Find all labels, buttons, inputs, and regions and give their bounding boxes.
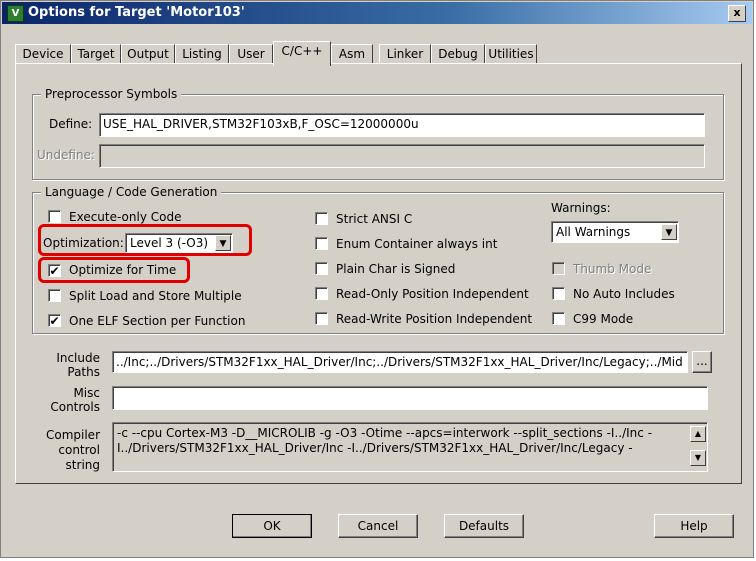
tab-cpp[interactable]: C/C++ — [273, 41, 331, 66]
misc-controls-field[interactable] — [112, 386, 708, 410]
tab-output[interactable]: Output — [121, 44, 175, 65]
help-button[interactable]: Help — [654, 514, 734, 538]
plain-char-label: Plain Char is Signed — [336, 262, 456, 276]
execute-only-label: Execute-only Code — [69, 210, 182, 224]
execute-only-checkbox[interactable] — [48, 210, 61, 223]
enum-container-label: Enum Container always int — [336, 237, 498, 251]
scroll-up-icon[interactable]: ▲ — [690, 426, 706, 442]
tab-target[interactable]: Target — [71, 44, 121, 65]
undefine-field[interactable] — [99, 144, 705, 168]
defaults-button[interactable]: Defaults — [444, 514, 524, 538]
thumb-mode-label: Thumb Mode — [573, 262, 652, 276]
dropdown-arrow-icon[interactable]: ▼ — [661, 224, 677, 240]
undefine-label: Undefine: — [37, 148, 95, 162]
one-elf-label: One ELF Section per Function — [69, 314, 246, 328]
c99-mode-checkbox[interactable] — [552, 312, 565, 325]
app-icon: V — [7, 5, 24, 22]
split-load-checkbox[interactable] — [48, 289, 61, 302]
enum-container-checkbox[interactable] — [315, 237, 328, 250]
warnings-value: All Warnings — [556, 225, 631, 239]
scroll-down-icon[interactable]: ▼ — [690, 450, 706, 466]
c99-mode-label: C99 Mode — [573, 312, 634, 326]
compiler-control-line-1: -c --cpu Cortex-M3 -D__MICROLIB -g -O3 -… — [117, 426, 653, 440]
preprocessor-legend: Preprocessor Symbols — [41, 87, 182, 101]
split-load-label: Split Load and Store Multiple — [69, 289, 242, 303]
tab-debug[interactable]: Debug — [431, 44, 485, 65]
ok-button[interactable]: OK — [232, 514, 312, 538]
strict-ansi-checkbox[interactable] — [315, 212, 328, 225]
preprocessor-group: Preprocessor Symbols Define: USE_HAL_DRI… — [32, 87, 724, 180]
one-elf-checkbox[interactable]: ✔ — [48, 314, 61, 327]
tab-user[interactable]: User — [229, 44, 273, 65]
optimize-time-highlight — [38, 257, 190, 283]
include-paths-label: Include Paths — [56, 351, 100, 379]
options-dialog: V Options for Target 'Motor103' x Device… — [0, 0, 754, 558]
no-auto-includes-label: No Auto Includes — [573, 287, 675, 301]
tab-linker[interactable]: Linker — [379, 44, 431, 65]
window-title: Options for Target 'Motor103' — [28, 5, 245, 20]
title-bar: V Options for Target 'Motor103' x — [2, 2, 752, 24]
strict-ansi-label: Strict ANSI C — [336, 212, 413, 226]
tab-listing[interactable]: Listing — [175, 44, 229, 65]
define-field[interactable]: USE_HAL_DRIVER,STM32F103xB,F_OSC=1200000… — [99, 113, 705, 137]
include-paths-field[interactable]: ../Inc;../Drivers/STM32F1xx_HAL_Driver/I… — [112, 351, 688, 373]
language-legend: Language / Code Generation — [41, 185, 222, 199]
cancel-button[interactable]: Cancel — [338, 514, 418, 538]
tab-device[interactable]: Device — [15, 44, 71, 65]
rw-pi-label: Read-Write Position Independent — [336, 312, 533, 326]
include-paths-browse-button[interactable]: ... — [692, 351, 712, 373]
plain-char-checkbox[interactable] — [315, 262, 328, 275]
warnings-select[interactable]: All Warnings ▼ — [551, 221, 679, 243]
tab-utilities[interactable]: Utilities — [485, 44, 537, 65]
ro-pi-label: Read-Only Position Independent — [336, 287, 529, 301]
define-label: Define: — [49, 117, 93, 131]
compiler-control-label: Compiler control string — [45, 428, 100, 472]
compiler-control-string: -c --cpu Cortex-M3 -D__MICROLIB -g -O3 -… — [112, 422, 708, 472]
no-auto-includes-checkbox[interactable] — [552, 287, 565, 300]
tab-asm[interactable]: Asm — [331, 44, 373, 65]
optimization-highlight — [38, 224, 252, 256]
rw-pi-checkbox[interactable] — [315, 312, 328, 325]
compiler-control-line-2: I../Drivers/STM32F1xx_HAL_Driver/Inc -I.… — [117, 441, 633, 455]
thumb-mode-checkbox[interactable] — [552, 262, 565, 275]
close-button[interactable]: x — [728, 5, 746, 22]
warnings-label: Warnings: — [551, 201, 611, 215]
misc-controls-label: Misc Controls — [50, 386, 100, 414]
ro-pi-checkbox[interactable] — [315, 287, 328, 300]
